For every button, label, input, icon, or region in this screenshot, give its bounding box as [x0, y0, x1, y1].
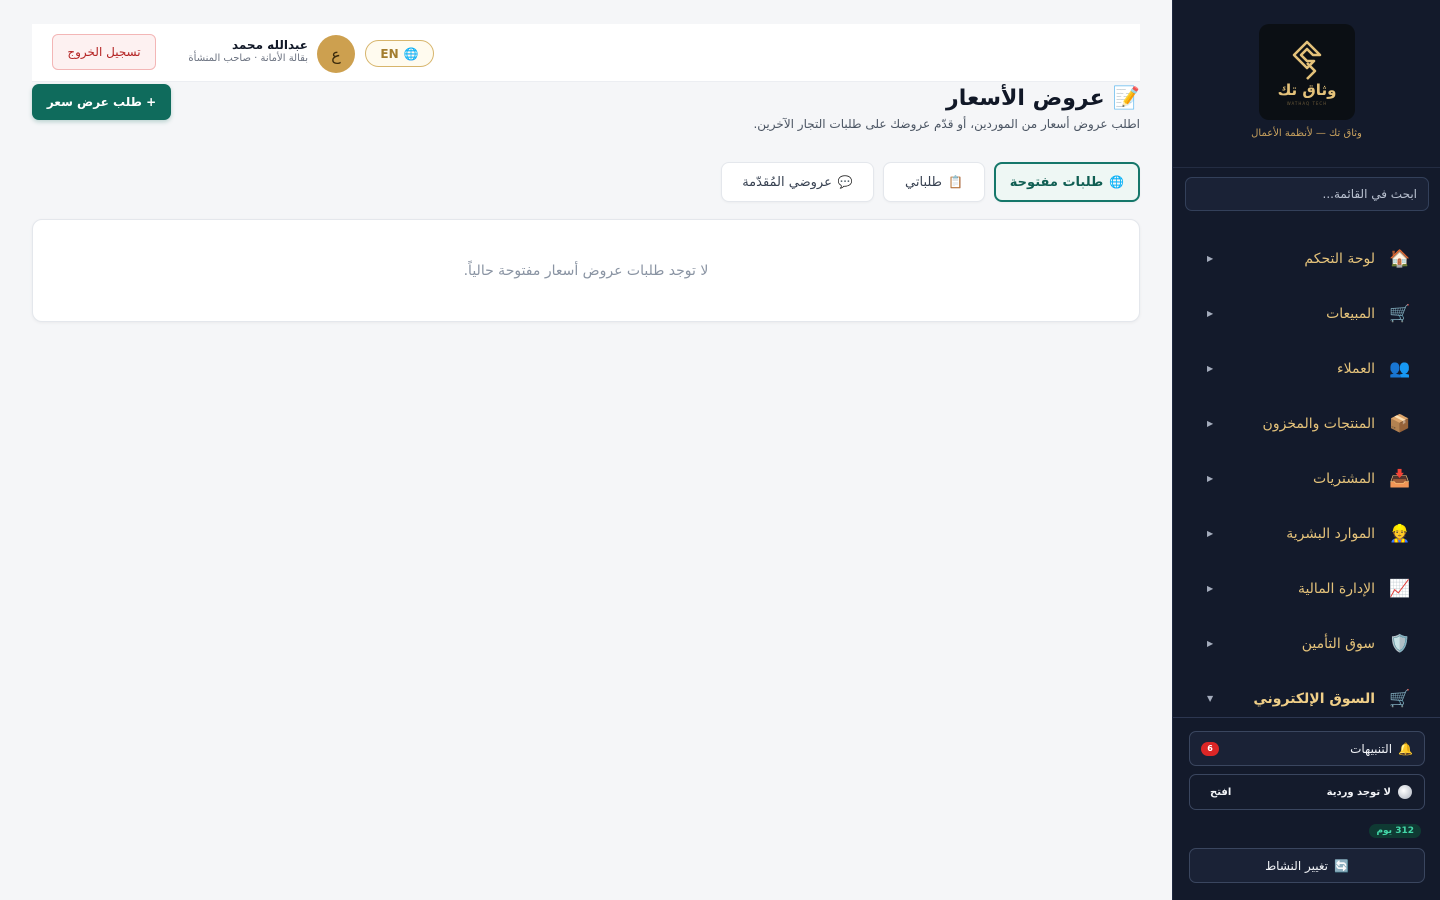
bell-icon: 🔔 — [1398, 741, 1413, 756]
chart-icon: 📈 — [1389, 578, 1411, 599]
logout-button[interactable]: تسجيل الخروج — [52, 34, 156, 70]
sidebar-item-purchases[interactable]: ▶ المشتريات 📥 — [1173, 451, 1440, 506]
caret-left-icon: ▶ — [1207, 584, 1214, 593]
open-shift-button[interactable]: افتح — [1210, 787, 1231, 798]
quote-tabs: 🌐 طلبات مفتوحة 📋 طلباتي 💬 عروضي المُقدّم… — [721, 162, 1140, 202]
memo-icon: 📝 — [1112, 86, 1140, 111]
page-header: 📝 عروض الأسعار اطلب عروض أسعار من المورد… — [753, 86, 1140, 131]
sidebar-item-label: لوحة التحكم — [1304, 250, 1375, 267]
caret-down-icon: ▼ — [1207, 694, 1214, 703]
sidebar-menu: ▶ لوحة التحكم 🏠 ▶ المبيعات 🛒 ▶ العملاء 👥 ▶ … — [1173, 231, 1440, 726]
sidebar-item-sales[interactable]: ▶ المبيعات 🛒 — [1173, 286, 1440, 341]
notifications-label: التنبيهات — [1350, 741, 1393, 756]
caret-left-icon: ▶ — [1207, 364, 1214, 373]
cart-icon: 🛒 — [1389, 303, 1411, 324]
top-header: تسجيل الخروج عبدالله محمد بقالة الأمانة … — [32, 24, 1140, 82]
logo-subtext: WATHAQ TECH — [1286, 100, 1328, 106]
sidebar-item-label: العملاء — [1337, 360, 1375, 377]
refresh-icon: 🔄 — [1333, 858, 1349, 873]
cart-icon: 🛒 — [1389, 688, 1411, 709]
new-quote-request-button[interactable]: + طلب عرض سعر — [32, 84, 171, 120]
caret-left-icon: ▶ — [1207, 419, 1214, 428]
clipboard-icon: 📋 — [948, 175, 963, 189]
language-toggle-button[interactable]: EN 🌐 — [365, 40, 434, 67]
brand-tagline: وثاق تك — لأنظمة الأعمال — [1251, 128, 1362, 139]
brand-area: وثاق تك WATHAQ TECH وثاق تك — لأنظمة الأ… — [1173, 0, 1440, 168]
empty-state-card: لا توجد طلبات عروض أسعار مفتوحة حالياً. — [32, 219, 1140, 322]
sidebar-item-finance[interactable]: ▶ الإدارة المالية 📈 — [1173, 561, 1440, 616]
language-label: EN — [380, 46, 399, 61]
tab-label: عروضي المُقدّمة — [742, 174, 832, 190]
user-info: عبدالله محمد بقالة الأمانة · صاحب المنشأ… — [174, 38, 308, 64]
users-icon: 👥 — [1389, 358, 1411, 379]
tab-label: طلباتي — [905, 174, 943, 190]
sidebar-item-label: المبيعات — [1326, 305, 1375, 322]
notifications-count-badge: 6 — [1201, 741, 1219, 756]
speech-bubble-icon: 💬 — [837, 175, 853, 189]
caret-left-icon: ▶ — [1207, 309, 1214, 318]
page-title: 📝 عروض الأسعار — [753, 86, 1140, 111]
sidebar-item-label: المشتريات — [1312, 470, 1375, 487]
shield-icon: 🛡️ — [1389, 633, 1411, 654]
caret-left-icon: ▶ — [1207, 474, 1214, 483]
tab-label: طلبات مفتوحة — [1009, 174, 1104, 190]
app-logo[interactable]: وثاق تك WATHAQ TECH — [1259, 24, 1355, 120]
user-role: بقالة الأمانة · صاحب المنشأة — [188, 53, 308, 64]
days-remaining-badge: 312 يوم — [1369, 824, 1421, 838]
globe-icon: 🌐 — [403, 46, 419, 61]
shift-status-text: لا توجد وردية — [1326, 786, 1391, 798]
notifications-button[interactable]: 6 🔔 التنبيهات — [1189, 731, 1425, 766]
logo-text: وثاق تك — [1277, 80, 1337, 99]
sidebar-item-insurance[interactable]: ▶ سوق التأمين 🛡️ — [1173, 616, 1440, 671]
inbox-icon: 📥 — [1389, 468, 1411, 489]
sidebar-item-label: المنتجات والمخزون — [1262, 415, 1375, 432]
sidebar-item-label: الإدارة المالية — [1297, 580, 1375, 597]
sidebar-item-label: سوق التأمين — [1301, 635, 1375, 652]
change-activity-label: تغيير النشاط — [1265, 858, 1328, 873]
page-subtitle: اطلب عروض أسعار من الموردين، أو قدّم عرو… — [753, 117, 1140, 131]
home-icon: 🏠 — [1389, 248, 1411, 269]
user-name: عبدالله محمد — [231, 38, 308, 52]
sidebar-search-input[interactable] — [1185, 177, 1429, 211]
logo-mark-icon — [1292, 40, 1322, 80]
tab-open-requests[interactable]: 🌐 طلبات مفتوحة — [994, 162, 1140, 202]
sidebar-item-customers[interactable]: ▶ العملاء 👥 — [1173, 341, 1440, 396]
sidebar-item-label: السوق الإلكتروني — [1253, 690, 1375, 707]
globe-icon: 🌐 — [1109, 175, 1125, 189]
empty-state-message: لا توجد طلبات عروض أسعار مفتوحة حالياً. — [463, 262, 709, 279]
caret-left-icon: ▶ — [1207, 254, 1214, 263]
sidebar-item-products[interactable]: ▶ المنتجات والمخزون 📦 — [1173, 396, 1440, 451]
avatar[interactable]: ع — [317, 35, 355, 73]
tab-my-offers[interactable]: 💬 عروضي المُقدّمة — [721, 162, 874, 202]
sidebar-item-dashboard[interactable]: ▶ لوحة التحكم 🏠 — [1173, 231, 1440, 286]
package-icon: 📦 — [1389, 413, 1411, 434]
change-activity-button[interactable]: 🔄 تغيير النشاط — [1189, 848, 1425, 883]
sidebar: وثاق تك WATHAQ TECH وثاق تك — لأنظمة الأ… — [1172, 0, 1440, 900]
worker-icon: 👷 — [1389, 523, 1411, 544]
shift-status-dot-icon — [1398, 785, 1412, 799]
shift-status-bar: افتح لا توجد وردية — [1189, 774, 1425, 810]
page-title-text: عروض الأسعار — [946, 86, 1105, 111]
caret-left-icon: ▶ — [1207, 639, 1214, 648]
caret-left-icon: ▶ — [1207, 529, 1214, 538]
sidebar-footer: 6 🔔 التنبيهات افتح لا توجد وردية 312 يوم … — [1173, 717, 1440, 900]
sidebar-item-label: الموارد البشرية — [1286, 525, 1375, 542]
tab-my-requests[interactable]: 📋 طلباتي — [883, 162, 985, 202]
sidebar-item-hr[interactable]: ▶ الموارد البشرية 👷 — [1173, 506, 1440, 561]
